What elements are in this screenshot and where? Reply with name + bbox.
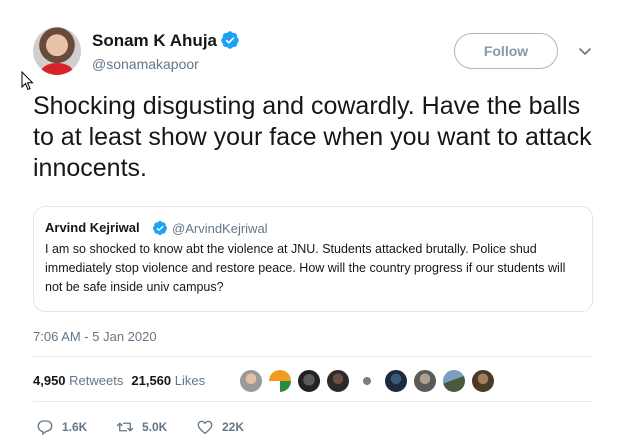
divider xyxy=(33,401,593,402)
likes-stat[interactable]: 21,560 Likes xyxy=(131,373,205,388)
retweets-stat[interactable]: 4,950 Retweets xyxy=(33,373,123,388)
liker-avatar[interactable] xyxy=(413,369,437,393)
mouse-cursor-icon xyxy=(21,71,34,91)
liker-avatar[interactable] xyxy=(355,369,379,393)
author-handle[interactable]: @sonamakapoor xyxy=(92,56,199,72)
reply-button[interactable]: 1.6K xyxy=(36,418,87,436)
retweet-icon xyxy=(116,422,134,432)
tweet: Sonam K Ahuja @sonamakapoor Follow Shock… xyxy=(0,0,621,447)
verified-badge-icon xyxy=(221,31,239,49)
author-avatar[interactable] xyxy=(33,27,81,75)
follow-button[interactable]: Follow xyxy=(454,33,558,69)
liker-avatar[interactable] xyxy=(471,369,495,393)
chevron-down-icon[interactable] xyxy=(577,43,593,59)
verified-badge-icon xyxy=(152,221,167,235)
quoted-author-handle: @ArvindKejriwal xyxy=(172,221,268,236)
heart-icon xyxy=(197,420,213,435)
quoted-author-name: Arvind Kejriwal xyxy=(45,220,140,235)
retweets-label: Retweets xyxy=(69,373,124,388)
liker-avatar[interactable] xyxy=(326,369,350,393)
retweet-button[interactable]: 5.0K xyxy=(116,418,167,436)
tweet-text: Shocking disgusting and cowardly. Have t… xyxy=(33,92,592,182)
liker-avatar[interactable] xyxy=(297,369,321,393)
liker-avatar[interactable] xyxy=(384,369,408,393)
retweets-count: 4,950 xyxy=(33,373,66,388)
liker-avatar[interactable] xyxy=(442,369,466,393)
divider xyxy=(33,356,593,357)
liker-avatar[interactable] xyxy=(239,369,263,393)
reply-count: 1.6K xyxy=(62,420,88,434)
engagement-stats: 4,950 Retweets 21,560 Likes xyxy=(33,373,205,388)
quoted-tweet-card[interactable]: Arvind Kejriwal @ArvindKejriwal I am so … xyxy=(33,206,593,312)
like-button[interactable]: 22K xyxy=(196,418,244,436)
tweet-timestamp[interactable]: 7:06 AM - 5 Jan 2020 xyxy=(33,329,157,344)
author-name[interactable]: Sonam K Ahuja xyxy=(92,31,217,51)
liker-avatar[interactable] xyxy=(268,369,292,393)
retweet-count: 5.0K xyxy=(142,420,168,434)
likes-count: 21,560 xyxy=(131,373,172,388)
likes-label: Likes xyxy=(174,373,206,388)
like-count: 22K xyxy=(222,420,245,434)
quoted-tweet-text: I am so shocked to know abt the violence… xyxy=(45,242,566,294)
reply-icon xyxy=(37,420,53,435)
